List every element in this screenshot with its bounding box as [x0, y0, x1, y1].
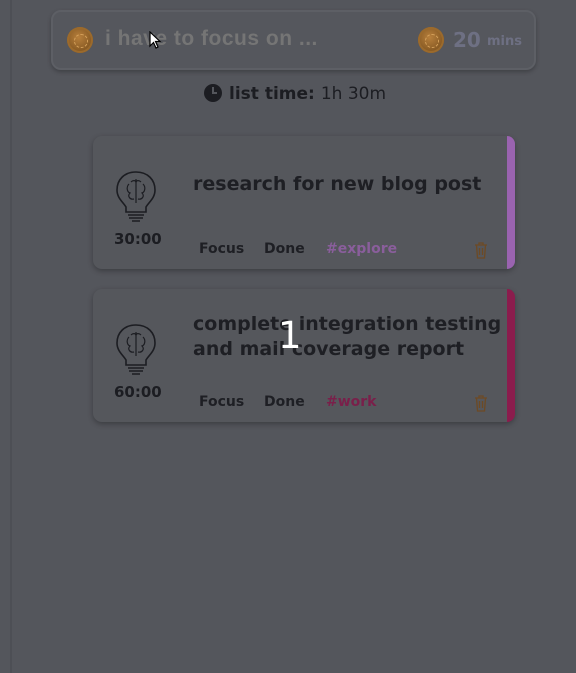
- task-tag[interactable]: #explore: [326, 241, 397, 257]
- done-button[interactable]: Done: [264, 394, 305, 410]
- task-card[interactable]: 30:00 research for new blog post Focus D…: [93, 136, 515, 269]
- task-timer: 30:00: [114, 230, 162, 248]
- brain-bulb-icon[interactable]: [114, 323, 158, 377]
- left-divider: [10, 0, 12, 673]
- brain-bulb-icon[interactable]: [114, 170, 158, 224]
- trash-icon[interactable]: [474, 242, 488, 259]
- done-button[interactable]: Done: [264, 241, 305, 257]
- coin-icon: [67, 27, 93, 53]
- task-timer: 60:00: [114, 383, 162, 401]
- focus-button[interactable]: Focus: [199, 394, 244, 410]
- mouse-cursor-icon: [149, 31, 162, 49]
- task-tag[interactable]: #work: [326, 394, 377, 410]
- task-title: research for new blog post: [193, 173, 482, 195]
- coin-icon[interactable]: [418, 27, 444, 53]
- minutes-value[interactable]: 20: [453, 28, 481, 52]
- trash-icon[interactable]: [474, 395, 488, 412]
- list-time-label: list time:: [229, 84, 315, 104]
- task-card[interactable]: 60:00 complete integration testing and m…: [93, 289, 515, 422]
- task-input[interactable]: [105, 27, 385, 51]
- list-time-value: 1h 30m: [320, 84, 387, 104]
- focus-button[interactable]: Focus: [199, 241, 244, 257]
- tag-color-stripe: [507, 289, 515, 422]
- overlay-counter: 1: [278, 314, 302, 357]
- tag-color-stripe: [507, 136, 515, 269]
- list-time: list time: 1h 30m: [204, 84, 386, 104]
- minutes-unit-label: mins: [487, 34, 522, 49]
- task-entry-bar[interactable]: 20 mins: [51, 10, 536, 70]
- task-title: complete integration testing and mail co…: [193, 313, 502, 360]
- clock-icon: [204, 84, 222, 102]
